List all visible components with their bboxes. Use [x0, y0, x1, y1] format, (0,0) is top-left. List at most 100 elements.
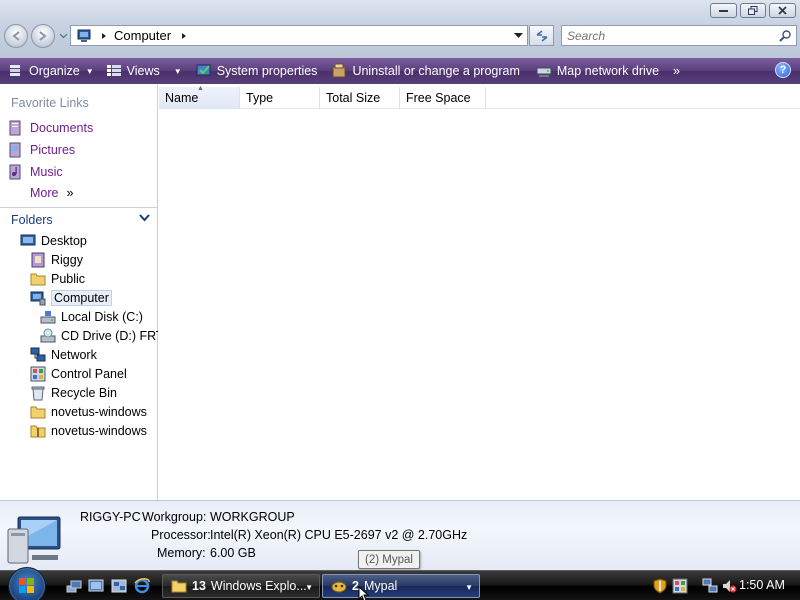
user-folder-icon	[31, 252, 45, 268]
tree-label: Network	[51, 348, 97, 362]
folders-title: Folders	[11, 212, 53, 227]
tree-item-novetus-windows-zip[interactable]: novetus-windows	[30, 423, 147, 439]
help-button[interactable]: ?	[775, 62, 791, 78]
quick-launch-show-desktop-icon[interactable]	[88, 578, 104, 594]
start-button[interactable]	[8, 567, 46, 600]
search-box[interactable]	[561, 25, 797, 46]
close-icon	[778, 6, 787, 15]
column-total-size-label: Total Size	[326, 91, 381, 105]
favorite-link-music[interactable]: Music	[8, 164, 63, 180]
views-label: Views	[126, 64, 160, 78]
refresh-icon	[536, 29, 547, 42]
music-icon	[9, 164, 21, 180]
network-icon	[30, 347, 46, 362]
back-button[interactable]	[4, 24, 28, 48]
task-label: Windows Explo...	[210, 579, 307, 593]
map-drive-icon	[536, 67, 552, 77]
quick-launch-switch-windows-icon[interactable]	[66, 578, 82, 594]
task-group-dropdown-icon: ▼	[305, 583, 313, 592]
views-button[interactable]: Views ▼	[102, 60, 186, 82]
address-dropdown-icon[interactable]	[514, 33, 523, 39]
toolbar-overflow-button[interactable]: »	[669, 60, 684, 82]
minimize-button[interactable]	[710, 3, 737, 18]
forward-arrow-icon	[39, 31, 47, 41]
uninstall-program-button[interactable]: Uninstall or change a program	[327, 60, 523, 82]
hard-disk-icon	[40, 311, 56, 324]
column-header-type[interactable]: Type	[240, 87, 320, 109]
tree-label: CD Drive (D:) FRTI	[61, 329, 158, 343]
column-header-name[interactable]: ▲ Name	[159, 85, 240, 109]
refresh-button[interactable]	[529, 25, 554, 46]
computer-icon	[77, 29, 91, 42]
breadcrumb-separator-icon[interactable]	[100, 32, 108, 40]
pictures-icon	[9, 142, 21, 158]
security-shield-icon[interactable]	[652, 578, 668, 594]
breadcrumb-separator-icon[interactable]	[180, 32, 188, 40]
close-button[interactable]	[769, 3, 796, 18]
volume-muted-icon[interactable]	[721, 578, 737, 594]
column-header-total-size[interactable]: Total Size	[320, 87, 400, 109]
tree-label: Local Disk (C:)	[61, 310, 143, 324]
map-network-drive-button[interactable]: Map network drive	[532, 60, 663, 82]
favorite-link-more[interactable]: More »	[30, 186, 73, 200]
music-label: Music	[30, 165, 63, 179]
uninstall-icon	[332, 63, 346, 78]
recent-pages-dropdown-icon[interactable]	[59, 31, 68, 40]
tree-item-cd-drive[interactable]: CD Drive (D:) FRTI	[40, 328, 158, 344]
taskbar-button-mypal[interactable]: 2 Mypal ▼	[322, 574, 480, 598]
favorite-link-pictures[interactable]: Pictures	[8, 142, 75, 158]
workgroup-value: WORKGROUP	[210, 510, 295, 524]
windows-logo-icon	[19, 578, 34, 593]
folders-header[interactable]: Folders	[0, 207, 157, 231]
tree-label: Riggy	[51, 253, 83, 267]
tree-item-public[interactable]: Public	[30, 271, 85, 287]
tree-item-riggy[interactable]: Riggy	[30, 252, 83, 268]
tree-item-network[interactable]: Network	[30, 347, 97, 363]
mypal-icon	[331, 581, 347, 593]
restore-icon	[748, 6, 758, 15]
quick-launch-explorer-icon[interactable]	[111, 578, 127, 594]
taskbar: 13 Windows Explo... ▼ 2 Mypal ▼ 1:50 AM	[0, 567, 800, 600]
pictures-label: Pictures	[30, 143, 76, 157]
tree-item-desktop[interactable]: Desktop	[20, 233, 87, 249]
search-input[interactable]	[567, 28, 767, 43]
taskbar-button-windows-explorer[interactable]: 13 Windows Explo... ▼	[162, 574, 320, 598]
tree-label: Public	[51, 272, 86, 286]
quick-launch-internet-explorer-icon[interactable]	[134, 578, 150, 594]
computer-icon	[30, 291, 46, 306]
control-panel-icon	[30, 366, 46, 382]
system-properties-button[interactable]: System properties	[192, 60, 322, 82]
memory-label: Memory:	[157, 546, 206, 560]
column-free-space-label: Free Space	[406, 91, 471, 105]
network-status-icon[interactable]	[702, 578, 718, 594]
uninstall-program-label: Uninstall or change a program	[352, 64, 520, 78]
chevron-down-icon	[139, 214, 150, 222]
computer-large-icon	[7, 516, 61, 564]
address-bar[interactable]: Computer	[70, 25, 528, 46]
tree-item-computer[interactable]: Computer	[30, 290, 112, 306]
tooltip-text: (2) Mypal	[365, 553, 413, 566]
organize-icon	[10, 65, 20, 76]
system-properties-label: System properties	[216, 64, 318, 78]
tree-item-recycle-bin[interactable]: Recycle Bin	[30, 385, 117, 401]
file-list[interactable]: ▲ Name Type Total Size Free Space	[159, 84, 800, 500]
favorite-link-documents[interactable]: Documents	[8, 120, 93, 136]
tree-label: Control Panel	[51, 367, 127, 381]
forward-button[interactable]	[31, 24, 55, 48]
documents-icon	[9, 120, 21, 136]
restore-button[interactable]	[740, 3, 766, 18]
tree-item-control-panel[interactable]: Control Panel	[30, 366, 127, 382]
tree-item-novetus-windows[interactable]: novetus-windows	[30, 404, 147, 420]
tree-label: novetus-windows	[51, 424, 147, 438]
organize-button[interactable]: Organize ▼	[4, 60, 98, 82]
windows-update-icon[interactable]	[672, 578, 688, 594]
map-network-drive-label: Map network drive	[556, 64, 660, 78]
breadcrumb-computer[interactable]: Computer	[114, 28, 171, 43]
overflow-chevron-icon: »	[673, 64, 680, 78]
notification-area	[650, 574, 737, 598]
column-header-row: ▲ Name Type Total Size Free Space	[159, 85, 800, 109]
tree-item-local-disk[interactable]: Local Disk (C:)	[40, 309, 143, 325]
clock[interactable]: 1:50 AM	[739, 578, 785, 592]
search-icon[interactable]	[779, 30, 791, 42]
column-header-free-space[interactable]: Free Space	[400, 87, 486, 109]
